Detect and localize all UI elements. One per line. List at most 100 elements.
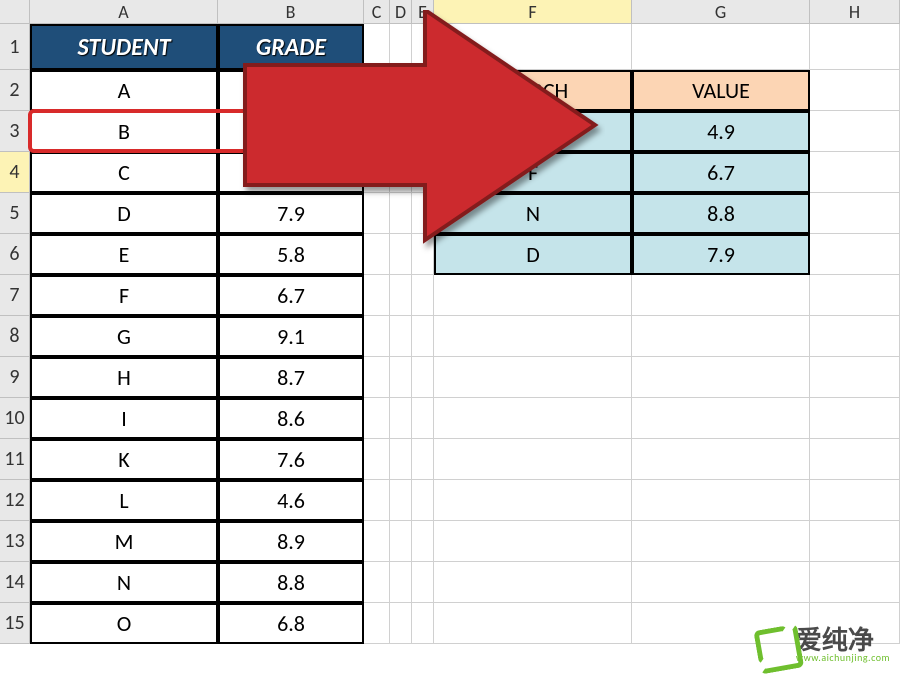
cell[interactable] <box>412 480 434 521</box>
corner-cell[interactable] <box>0 0 30 24</box>
row-header-4[interactable]: 4 <box>0 152 30 193</box>
row-header-8[interactable]: 8 <box>0 316 30 357</box>
cell[interactable] <box>390 152 412 193</box>
cell[interactable] <box>390 111 412 152</box>
cell[interactable] <box>390 603 412 644</box>
cell-grade[interactable]: 6.7 <box>218 275 364 316</box>
cell[interactable] <box>364 70 390 111</box>
cell[interactable] <box>364 152 390 193</box>
cell[interactable] <box>810 398 900 439</box>
cell[interactable] <box>412 111 434 152</box>
cell-student[interactable]: N <box>30 562 218 603</box>
cell-student[interactable]: B <box>30 111 218 152</box>
cell[interactable] <box>632 562 810 603</box>
cell-grade[interactable]: 4.6 <box>218 480 364 521</box>
cell[interactable] <box>810 316 900 357</box>
cell[interactable] <box>390 24 412 70</box>
row-header-1[interactable]: 1 <box>0 24 30 70</box>
cell[interactable] <box>390 439 412 480</box>
cell[interactable] <box>632 275 810 316</box>
cell[interactable] <box>364 111 390 152</box>
cell-student[interactable]: G <box>30 316 218 357</box>
cell[interactable] <box>434 275 632 316</box>
cell[interactable] <box>810 521 900 562</box>
cell-value[interactable]: 7.9 <box>632 234 810 275</box>
row-header-13[interactable]: 13 <box>0 521 30 562</box>
col-header-H[interactable]: H <box>810 0 900 24</box>
cell[interactable] <box>364 193 390 234</box>
cell-student[interactable]: K <box>30 439 218 480</box>
cell[interactable] <box>364 521 390 562</box>
cell[interactable] <box>390 398 412 439</box>
cell[interactable] <box>412 70 434 111</box>
row-header-12[interactable]: 12 <box>0 480 30 521</box>
cell-grade[interactable]: 9.1 <box>218 316 364 357</box>
cell[interactable] <box>632 316 810 357</box>
cell[interactable] <box>364 398 390 439</box>
cell[interactable] <box>412 24 434 70</box>
cell[interactable] <box>810 193 900 234</box>
col-header-D[interactable]: D <box>390 0 412 24</box>
cell[interactable] <box>632 439 810 480</box>
col-header-A[interactable]: A <box>30 0 218 24</box>
col-header-C[interactable]: C <box>364 0 390 24</box>
cell[interactable] <box>810 562 900 603</box>
cell[interactable] <box>434 480 632 521</box>
cell[interactable] <box>364 562 390 603</box>
cell[interactable] <box>632 357 810 398</box>
cell[interactable] <box>810 234 900 275</box>
cell-grade[interactable]: 7.5 <box>218 70 364 111</box>
row-header-7[interactable]: 7 <box>0 275 30 316</box>
cell-search[interactable]: D <box>434 234 632 275</box>
cell[interactable] <box>810 275 900 316</box>
cell[interactable] <box>364 316 390 357</box>
cell[interactable] <box>810 111 900 152</box>
cell[interactable] <box>390 193 412 234</box>
cell-student[interactable]: F <box>30 275 218 316</box>
cell-student[interactable]: C <box>30 152 218 193</box>
row-header-11[interactable]: 11 <box>0 439 30 480</box>
cell[interactable] <box>390 521 412 562</box>
cell[interactable] <box>810 357 900 398</box>
cell[interactable] <box>412 562 434 603</box>
cell[interactable] <box>364 24 390 70</box>
cell-student[interactable]: L <box>30 480 218 521</box>
cell[interactable] <box>810 24 900 70</box>
cell-student[interactable]: I <box>30 398 218 439</box>
header-value[interactable]: VALUE <box>632 70 810 111</box>
cell-student[interactable]: A <box>30 70 218 111</box>
cell-search[interactable]: N <box>434 193 632 234</box>
cell-value[interactable]: 6.7 <box>632 152 810 193</box>
cell-student[interactable]: O <box>30 603 218 644</box>
row-header-14[interactable]: 14 <box>0 562 30 603</box>
cell[interactable] <box>434 24 632 70</box>
cell-student[interactable]: D <box>30 193 218 234</box>
cell[interactable] <box>364 439 390 480</box>
cell[interactable] <box>632 480 810 521</box>
cell[interactable] <box>390 357 412 398</box>
cell[interactable] <box>434 562 632 603</box>
header-grade[interactable]: GRADE <box>218 24 364 70</box>
cell[interactable] <box>364 275 390 316</box>
cell[interactable] <box>390 562 412 603</box>
cell-grade[interactable]: 8.9 <box>218 521 364 562</box>
cell[interactable] <box>364 480 390 521</box>
col-header-G[interactable]: G <box>632 0 810 24</box>
cell[interactable] <box>412 521 434 562</box>
cell[interactable] <box>434 357 632 398</box>
cell-grade[interactable] <box>218 111 364 152</box>
cell[interactable] <box>390 234 412 275</box>
cell[interactable] <box>390 480 412 521</box>
cell[interactable] <box>364 357 390 398</box>
cell[interactable] <box>632 24 810 70</box>
cell[interactable] <box>810 480 900 521</box>
row-header-3[interactable]: 3 <box>0 111 30 152</box>
cell[interactable] <box>632 398 810 439</box>
cell[interactable] <box>810 70 900 111</box>
cell-student[interactable]: H <box>30 357 218 398</box>
cell-grade[interactable]: 5.8 <box>218 234 364 275</box>
col-header-B[interactable]: B <box>218 0 364 24</box>
cell[interactable] <box>412 152 434 193</box>
cell[interactable] <box>434 603 632 644</box>
cell-search[interactable]: b <box>434 111 632 152</box>
